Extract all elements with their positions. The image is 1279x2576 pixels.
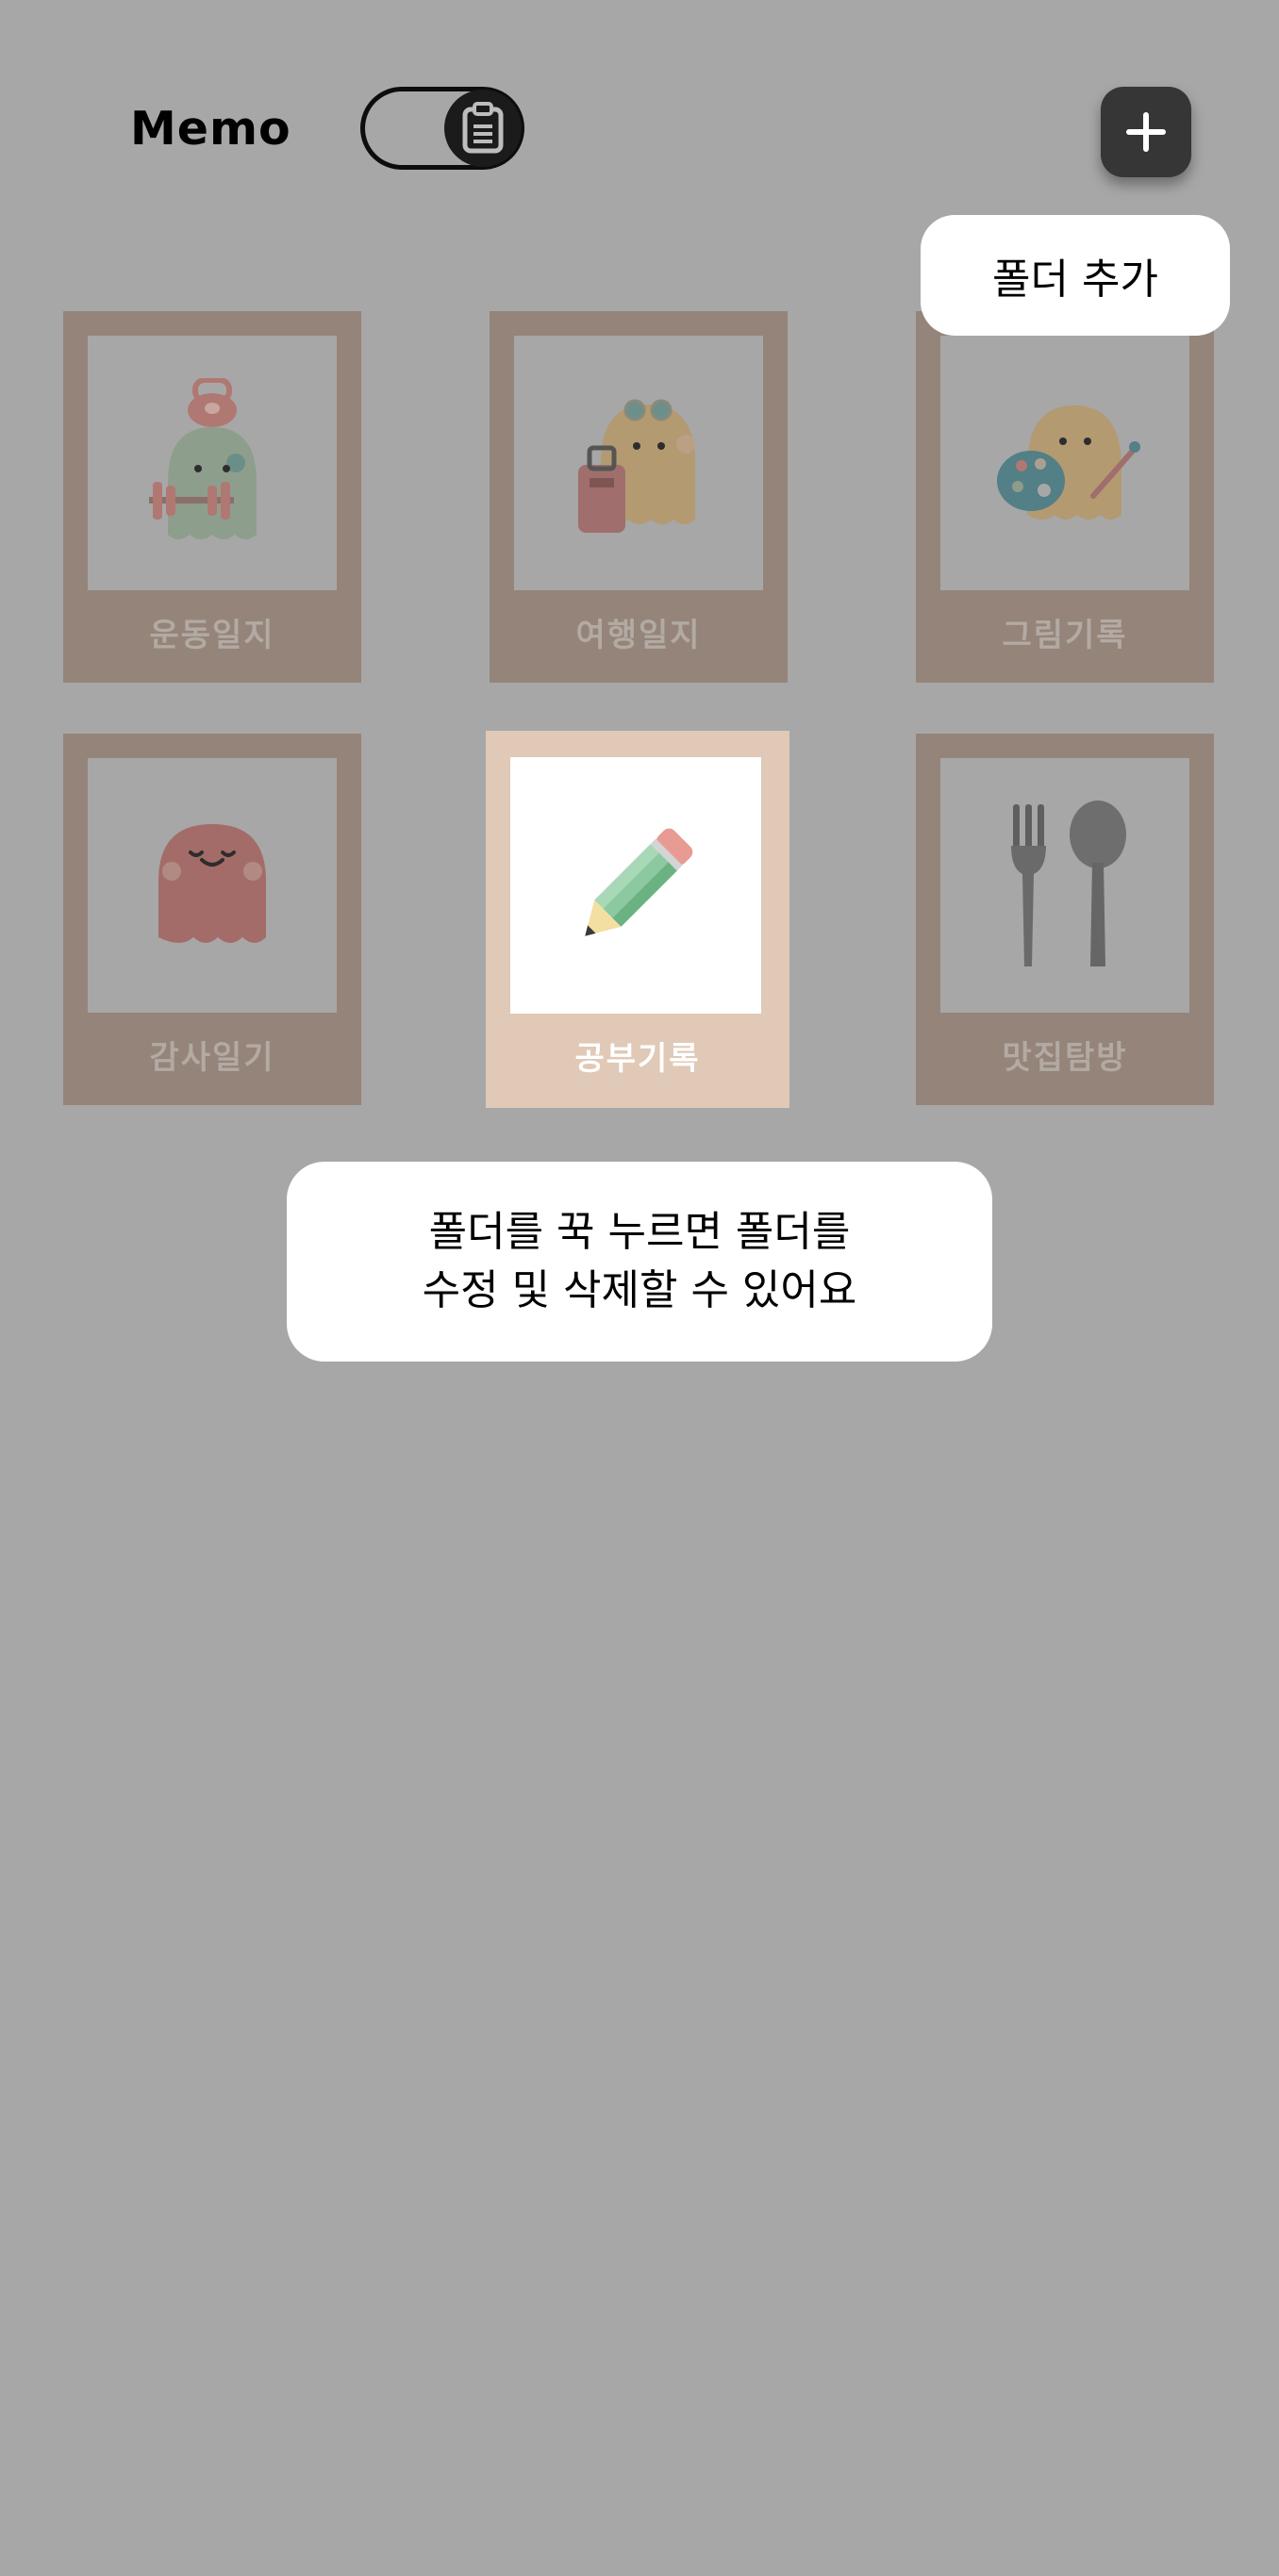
folder-thumbnail (88, 336, 337, 590)
folder-card-travel[interactable]: 여행일지 (490, 311, 788, 683)
folder-label: 맛집탐방 (1002, 1039, 1128, 1077)
ghost-palette-icon (997, 405, 1140, 520)
ghost-dumbbell-icon (149, 378, 257, 539)
folder-label: 운동일지 (149, 617, 275, 654)
plus-icon (1126, 112, 1166, 152)
pencil-icon (585, 828, 693, 936)
folder-thumbnail (510, 757, 761, 1014)
folder-thumbnail (514, 336, 763, 590)
folder-label: 감사일기 (149, 1039, 275, 1077)
app-title: Memo (130, 102, 291, 156)
folder-card-exercise[interactable]: 운동일지 (63, 311, 361, 683)
ghost-suitcase-icon (578, 399, 695, 533)
add-folder-button[interactable] (1101, 87, 1191, 177)
add-folder-tooltip-text: 폴더 추가 (992, 256, 1158, 304)
clipboard-icon (462, 102, 504, 154)
folder-card-restaurant[interactable]: 맛집탐방 (916, 734, 1214, 1105)
folder-card-study[interactable]: 공부기록 (486, 731, 789, 1108)
long-press-help-tooltip: 폴더를 꾹 누르면 폴더를 수정 및 삭제할 수 있어요 (287, 1162, 992, 1362)
folder-label: 그림기록 (1002, 617, 1128, 654)
help-tooltip-line1: 폴더를 꾹 누르면 폴더를 (428, 1208, 851, 1256)
view-mode-toggle[interactable] (360, 87, 524, 170)
folder-thumbnail (940, 758, 1189, 1013)
folder-card-gratitude[interactable]: 감사일기 (63, 734, 361, 1105)
fork-spoon-icon (1011, 801, 1126, 966)
folder-label: 공부기록 (574, 1040, 701, 1078)
folder-thumbnail (940, 336, 1189, 590)
folder-thumbnail (88, 758, 337, 1013)
folder-card-drawing[interactable]: 그림기록 (916, 311, 1214, 683)
help-tooltip-line2: 수정 및 삭제할 수 있어요 (422, 1266, 857, 1314)
folder-label: 여행일지 (575, 617, 702, 654)
ghost-smile-icon (158, 824, 266, 943)
add-folder-tooltip: 폴더 추가 (921, 215, 1230, 336)
toggle-knob[interactable] (444, 90, 522, 167)
